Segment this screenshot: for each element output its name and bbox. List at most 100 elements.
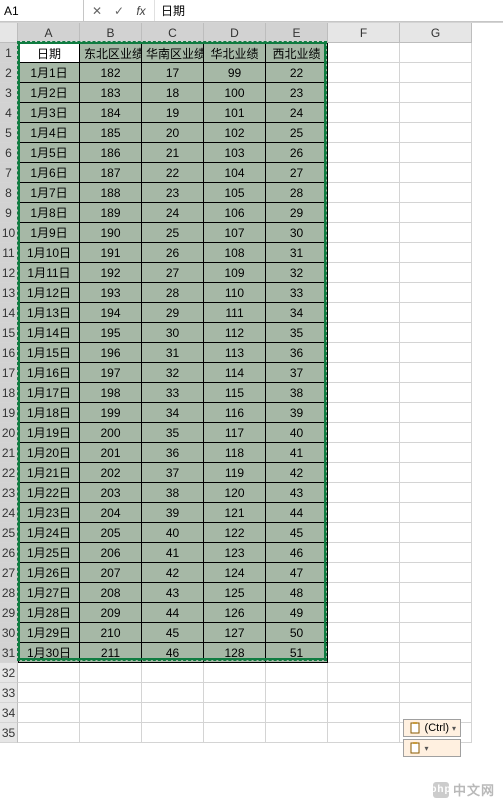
cell[interactable] (400, 123, 472, 143)
cell[interactable] (400, 623, 472, 643)
row-header[interactable]: 11 (0, 243, 18, 263)
cell[interactable] (328, 503, 400, 523)
cell[interactable]: 20 (142, 123, 204, 143)
cell[interactable]: 35 (142, 423, 204, 443)
cell[interactable]: 120 (204, 483, 266, 503)
cell[interactable] (328, 443, 400, 463)
cell[interactable]: 17 (142, 63, 204, 83)
cell[interactable] (204, 703, 266, 723)
cell[interactable] (328, 463, 400, 483)
row-header[interactable]: 34 (0, 703, 18, 723)
cell[interactable]: 202 (80, 463, 142, 483)
cell[interactable]: 34 (142, 403, 204, 423)
cell[interactable]: 30 (142, 323, 204, 343)
row-header[interactable]: 2 (0, 63, 18, 83)
cell[interactable]: 1月23日 (18, 503, 80, 523)
cell[interactable] (204, 663, 266, 683)
cell[interactable]: 39 (142, 503, 204, 523)
cell[interactable] (400, 423, 472, 443)
cell[interactable]: 41 (142, 543, 204, 563)
cell[interactable] (328, 683, 400, 703)
cell[interactable] (328, 223, 400, 243)
cell[interactable]: 47 (266, 563, 328, 583)
cell[interactable]: 西北业绩 (266, 43, 328, 63)
cell[interactable]: 24 (142, 203, 204, 223)
cell[interactable]: 199 (80, 403, 142, 423)
cell[interactable]: 123 (204, 543, 266, 563)
cell[interactable]: 188 (80, 183, 142, 203)
cell[interactable]: 118 (204, 443, 266, 463)
cell[interactable]: 114 (204, 363, 266, 383)
cell[interactable] (204, 683, 266, 703)
cell[interactable]: 23 (266, 83, 328, 103)
spreadsheet-grid[interactable]: ABCDEFG1日期东北区业绩华南区业绩华北业绩西北业绩21月1日1821799… (0, 22, 503, 743)
cell[interactable] (328, 363, 400, 383)
cell[interactable]: 49 (266, 603, 328, 623)
column-header-G[interactable]: G (400, 23, 472, 43)
cell[interactable]: 1月3日 (18, 103, 80, 123)
paste-more-button[interactable]: ▾ (403, 739, 461, 757)
cell[interactable]: 115 (204, 383, 266, 403)
row-header[interactable]: 24 (0, 503, 18, 523)
cell[interactable]: 125 (204, 583, 266, 603)
row-header[interactable]: 6 (0, 143, 18, 163)
cell[interactable]: 19 (142, 103, 204, 123)
cell[interactable] (142, 703, 204, 723)
cell[interactable]: 40 (142, 523, 204, 543)
cell[interactable]: 113 (204, 343, 266, 363)
cell[interactable] (328, 403, 400, 423)
cell[interactable] (400, 43, 472, 63)
row-header[interactable]: 14 (0, 303, 18, 323)
cell[interactable] (18, 663, 80, 683)
cell[interactable] (80, 663, 142, 683)
cell[interactable]: 1月7日 (18, 183, 80, 203)
cell[interactable]: 1月8日 (18, 203, 80, 223)
row-header[interactable]: 20 (0, 423, 18, 443)
row-header[interactable]: 8 (0, 183, 18, 203)
cell[interactable]: 211 (80, 643, 142, 663)
row-header[interactable]: 22 (0, 463, 18, 483)
row-header[interactable]: 4 (0, 103, 18, 123)
cell[interactable]: 34 (266, 303, 328, 323)
cell[interactable]: 23 (142, 183, 204, 203)
cell[interactable]: 204 (80, 503, 142, 523)
cell[interactable]: 26 (142, 243, 204, 263)
cell[interactable]: 192 (80, 263, 142, 283)
row-header[interactable]: 10 (0, 223, 18, 243)
cell[interactable] (400, 243, 472, 263)
row-header[interactable]: 3 (0, 83, 18, 103)
cell[interactable]: 43 (266, 483, 328, 503)
cell[interactable]: 99 (204, 63, 266, 83)
cell[interactable]: 103 (204, 143, 266, 163)
cell[interactable] (18, 683, 80, 703)
cell[interactable]: 1月25日 (18, 543, 80, 563)
cell[interactable]: 华南区业绩 (142, 43, 204, 63)
row-header[interactable]: 9 (0, 203, 18, 223)
cell[interactable]: 1月30日 (18, 643, 80, 663)
cell[interactable]: 38 (266, 383, 328, 403)
cell[interactable] (400, 683, 472, 703)
cell[interactable] (328, 283, 400, 303)
cell[interactable]: 108 (204, 243, 266, 263)
enter-icon[interactable]: ✓ (108, 1, 130, 21)
cell[interactable]: 1月15日 (18, 343, 80, 363)
cell[interactable]: 1月28日 (18, 603, 80, 623)
cell[interactable] (400, 663, 472, 683)
cell[interactable] (328, 623, 400, 643)
cell[interactable]: 109 (204, 263, 266, 283)
cell[interactable] (400, 303, 472, 323)
cell[interactable]: 日期 (18, 43, 80, 63)
cell[interactable] (328, 163, 400, 183)
cell[interactable]: 35 (266, 323, 328, 343)
cell[interactable]: 201 (80, 443, 142, 463)
cell[interactable]: 1月6日 (18, 163, 80, 183)
cell[interactable]: 41 (266, 443, 328, 463)
cell[interactable] (328, 523, 400, 543)
cell[interactable] (400, 383, 472, 403)
cell[interactable] (328, 103, 400, 123)
cell[interactable]: 210 (80, 623, 142, 643)
column-header-E[interactable]: E (266, 23, 328, 43)
cell[interactable]: 105 (204, 183, 266, 203)
cell[interactable] (18, 703, 80, 723)
cell[interactable]: 33 (266, 283, 328, 303)
